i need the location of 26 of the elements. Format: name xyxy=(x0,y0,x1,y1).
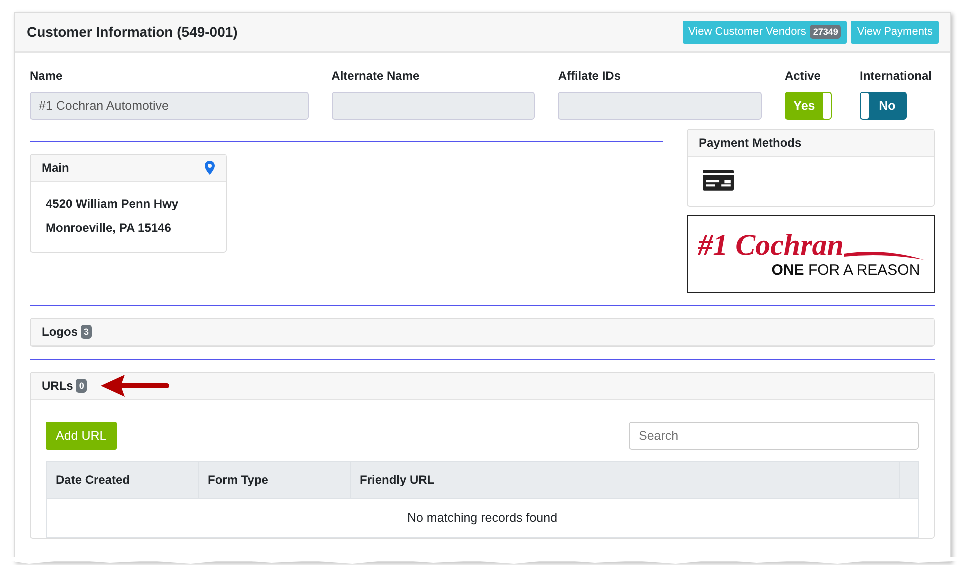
count-badge: 27349 xyxy=(810,25,842,39)
logo-wordmark: #1 Cochran xyxy=(698,230,844,262)
search-field[interactable]: Search xyxy=(629,422,919,450)
count-badge: 3 xyxy=(81,325,92,339)
address-title: Main xyxy=(42,161,70,175)
section-title[interactable]: URLs xyxy=(42,379,74,393)
location-pin-icon[interactable] xyxy=(205,161,215,175)
field-label: Active xyxy=(784,69,822,85)
field-label: Name xyxy=(30,69,64,85)
credit-card-icon xyxy=(703,170,734,191)
column-header[interactable]: Form Type xyxy=(198,462,350,498)
address-line: 4520 William Penn Hwy xyxy=(46,196,180,213)
field-label: Alternate Name xyxy=(332,69,421,85)
payment-methods-title: Payment Methods xyxy=(699,136,802,150)
column-header[interactable]: Date Created xyxy=(46,462,198,498)
empty-message: No matching records found xyxy=(46,498,918,538)
view-button[interactable]: View Customer Vendors 27349 xyxy=(682,20,848,44)
card-title: Customer Information (549-001) xyxy=(27,24,238,40)
field-label: International xyxy=(860,69,933,85)
field-label: Affilate IDs xyxy=(558,69,622,85)
toggle-switch[interactable]: No xyxy=(860,92,907,120)
section-title[interactable]: Logos xyxy=(42,325,78,339)
column-header[interactable]: Friendly URL xyxy=(350,462,900,498)
address-line: Monroeville, PA 15146 xyxy=(46,220,172,237)
logo-tagline: ONE FOR A REASON xyxy=(772,262,920,278)
count-badge: 0 xyxy=(76,379,88,393)
